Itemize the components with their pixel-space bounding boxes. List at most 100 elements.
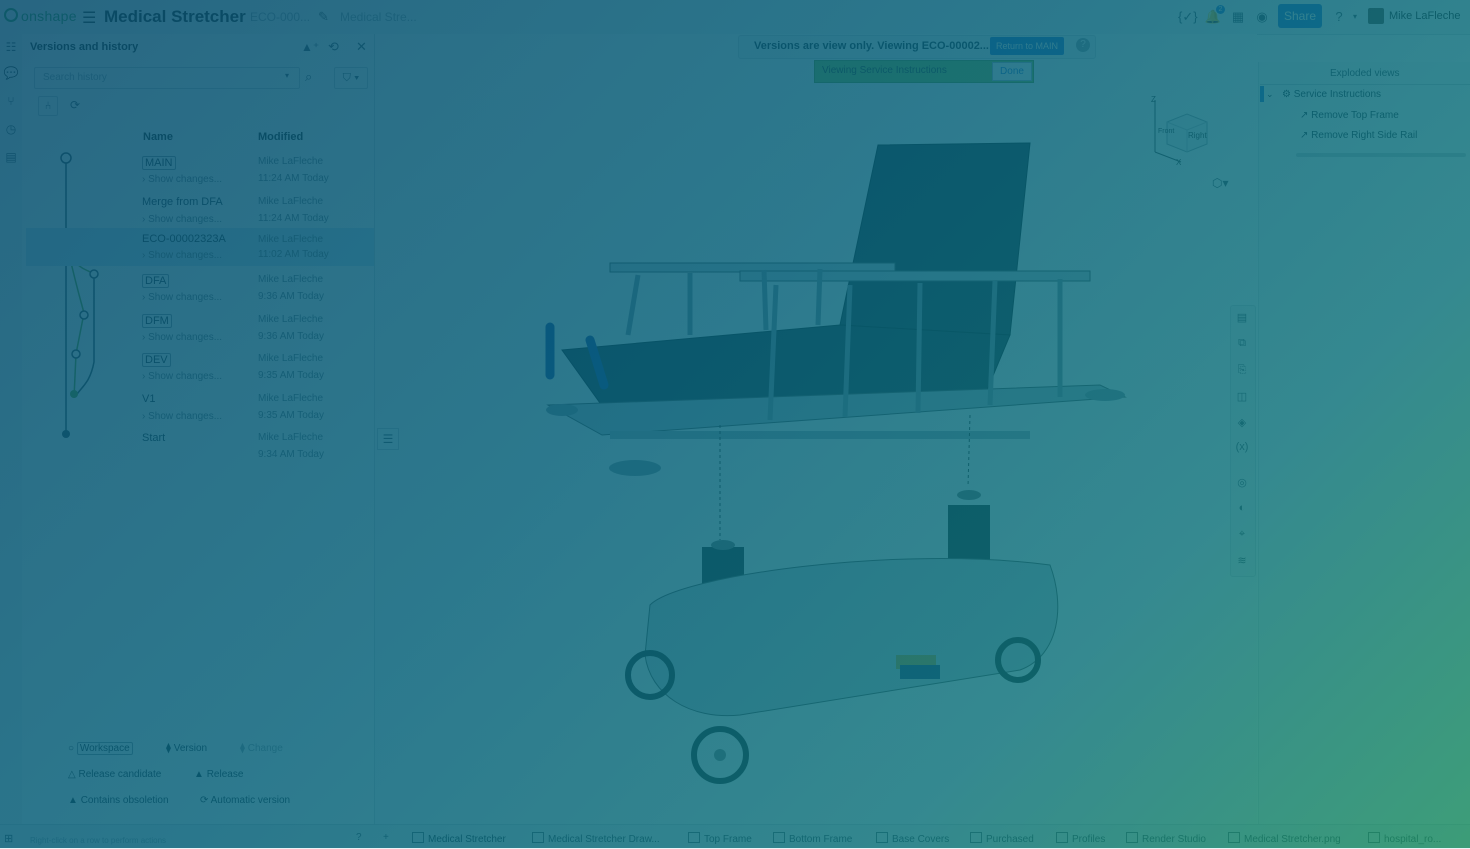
measure-icon[interactable]: ⌖ [1235,528,1249,542]
show-changes-link[interactable]: › Show changes... [142,371,222,382]
show-changes-link[interactable]: › Show changes... [142,292,222,303]
tab-hospital[interactable]: hospital_ro... [1368,832,1441,845]
feature-list-icon[interactable]: ☷ [3,40,19,56]
branch-icon[interactable]: ⑂ [3,94,19,110]
exploded-group-service-instructions[interactable]: ⚙ Service Instructions [1282,89,1381,100]
share-button[interactable]: Share [1278,4,1322,28]
show-changes-link[interactable]: › Show changes... [142,174,222,185]
onshape-logo[interactable]: onshape [4,8,77,24]
change-icon: ⧫ [240,743,248,754]
tab-purchased[interactable]: Purchased [970,832,1034,845]
tab-help-icon[interactable]: ? [356,832,362,843]
show-changes-link[interactable]: › Show changes... [142,250,222,261]
bom-icon[interactable]: ▤ [3,150,19,166]
chevron-down-icon[interactable]: ⌄ [1266,89,1274,100]
variables-icon[interactable]: (x) [1235,441,1249,455]
tab-render-studio[interactable]: Render Studio [1126,832,1206,845]
automatic-version-icon: ⟳ [200,795,211,806]
done-button[interactable]: Done [992,62,1032,81]
appearance-icon[interactable]: ◈ [1235,416,1249,430]
explode-step-1[interactable]: ↗ Remove Top Frame [1300,110,1399,121]
learning-center-icon[interactable]: ◉ [1253,8,1271,26]
close-icon[interactable]: ✕ [356,39,367,55]
render-icon[interactable]: ◎ [1235,476,1249,490]
search-icon[interactable]: ⌕ [305,69,312,85]
breadcrumb[interactable]: Medical Stre... [340,10,417,24]
tab-drawing[interactable]: Medical Stretcher Draw... [532,832,660,845]
explode-step-2[interactable]: ↗ Remove Right Side Rail [1300,130,1417,141]
refresh-icon[interactable]: ⟲ [328,39,339,55]
filter-button[interactable]: ⛉ ▾ [334,67,368,89]
auto-version-toggle[interactable]: ⟳ [66,96,84,114]
author: Mike LaFleche [258,393,324,404]
parts-list-icon[interactable]: ▤ [1235,311,1249,325]
legend-version: ⧫ Version [166,743,208,754]
color-icon[interactable]: ◐ [1235,502,1249,516]
tab-top-frame[interactable]: Top Frame [688,832,752,845]
version-name: DFM [142,314,172,328]
axis-x-label: X [1176,158,1182,167]
history-row-merge[interactable]: Merge from DFA › Show changes... Mike La… [26,192,374,231]
show-changes-link[interactable]: › Show changes... [142,332,222,343]
version-name: MAIN [142,156,176,170]
layers-icon[interactable]: ≋ [1235,554,1249,568]
selection-indicator [1260,86,1264,102]
search-input[interactable] [35,68,291,86]
show-changes-link[interactable]: › Show changes... [142,411,222,422]
user-name[interactable]: Mike LaFleche [1389,10,1461,22]
tab-base-covers[interactable]: Base Covers [876,832,949,845]
column-header-name[interactable]: Name [143,131,173,143]
history-row-start[interactable]: Start Mike LaFleche 9:34 AM Today [26,428,374,467]
history-icon[interactable]: ◷ [3,122,19,138]
notice-help-icon[interactable]: ? [1076,38,1090,52]
view-options-icon[interactable]: ⬡▾ [1212,176,1229,190]
instance-list-toggle[interactable]: ☰ [377,428,399,450]
timestamp: 9:35 AM Today [258,370,324,381]
history-row-dev[interactable]: DEV › Show changes... Mike LaFleche 9:35… [26,349,374,388]
timestamp: 9:36 AM Today [258,291,324,302]
search-dropdown-icon[interactable]: ▾ [285,71,289,80]
timestamp: 9:36 AM Today [258,331,324,342]
view-cube[interactable] [1145,92,1225,172]
branch-graph-toggle[interactable]: ⑃ [38,96,58,116]
legend-release-candidate: △ Release candidate [68,769,162,780]
explode-icon: ⚙ [1282,89,1294,100]
stretcher-model[interactable] [540,135,1140,795]
help-chevron-down-icon[interactable]: ▾ [1346,8,1364,26]
mate-icon[interactable]: ⧉ [1235,337,1249,351]
return-to-main-button[interactable]: Return to MAIN [990,37,1064,55]
history-row-dfa[interactable]: DFA › Show changes... Mike LaFleche 9:36… [26,270,374,309]
tab-medical-stretcher[interactable]: Medical Stretcher [412,832,506,845]
tab-add-icon[interactable]: + [383,832,389,843]
edit-pencil-icon[interactable]: ✎ [318,9,329,25]
tab-medical-stretcher-png[interactable]: Medical Stretcher.png [1228,832,1341,845]
show-changes-link[interactable]: › Show changes... [142,214,222,225]
avatar[interactable] [1368,8,1384,24]
timestamp: 9:35 AM Today [258,410,324,421]
add-tab-icon[interactable]: ⊞ [4,832,13,845]
section-view-icon[interactable]: ◫ [1235,390,1249,404]
release-candidate-icon: △ [68,769,79,780]
history-row-dfm[interactable]: DFM › Show changes... Mike LaFleche 9:36… [26,310,374,349]
tab-profiles[interactable]: Profiles [1056,832,1105,845]
version-name: Start [142,432,166,444]
version-name: ECO-00002323A [142,233,226,245]
history-row-main[interactable]: MAIN › Show changes... Mike LaFleche 11:… [26,152,374,191]
drawing-icon [532,832,544,843]
document-version-label[interactable]: ECO-000... [250,10,310,24]
comments-icon[interactable]: 💬 [3,66,19,82]
history-row-eco-selected[interactable]: ECO-00002323A › Show changes... Mike LaF… [26,228,374,266]
app-store-icon[interactable]: ▦ [1229,8,1247,26]
legend-automatic-version: ⟳ Automatic version [200,795,291,806]
history-row-v1[interactable]: V1 › Show changes... Mike LaFleche 9:35 … [26,389,374,428]
column-header-modified[interactable]: Modified [258,131,303,143]
tab-bottom-frame[interactable]: Bottom Frame [773,832,852,845]
menu-icon[interactable]: ☰ [82,8,96,28]
panel-scrollbar[interactable] [1296,153,1466,157]
exploded-views-title: Exploded views [1330,68,1400,79]
create-version-icon[interactable]: ▲⁺ [301,40,319,54]
document-title[interactable]: Medical Stretcher [104,7,246,27]
insert-icon[interactable]: ⎘ [1235,364,1249,378]
workspace-icon: ○ [68,743,77,754]
variable-icon[interactable]: {✓} [1178,8,1198,26]
